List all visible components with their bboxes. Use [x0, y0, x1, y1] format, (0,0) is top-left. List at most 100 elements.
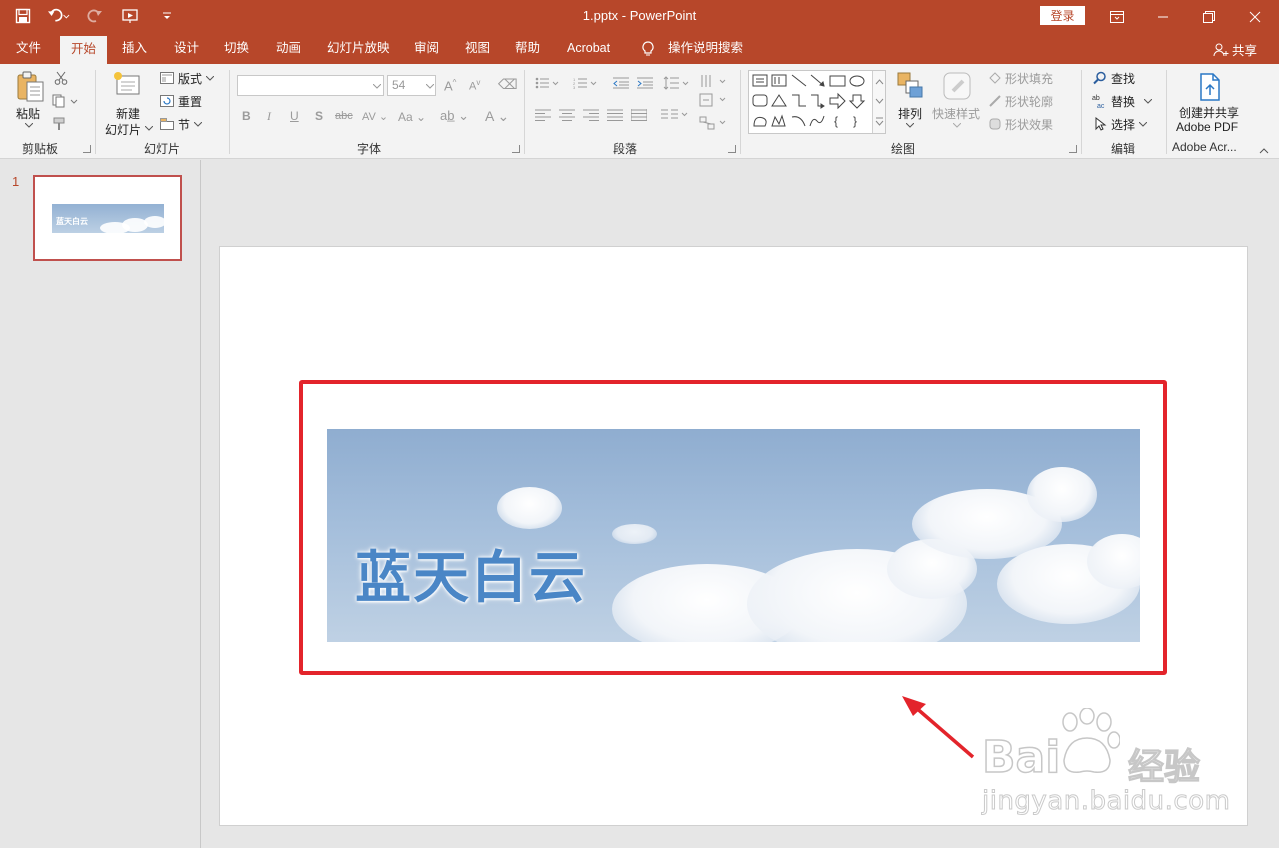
- create-share-pdf-line1[interactable]: 创建并共享: [1179, 104, 1239, 121]
- tab-file[interactable]: 文件: [16, 33, 41, 64]
- align-center-icon[interactable]: [558, 108, 576, 122]
- highlight-icon[interactable]: ab̲ ⌄: [440, 108, 469, 124]
- create-pdf-icon[interactable]: [1196, 72, 1224, 102]
- tab-view[interactable]: 视图: [465, 33, 490, 64]
- tab-slideshow[interactable]: 幻灯片放映: [327, 33, 390, 64]
- copy-icon[interactable]: [50, 93, 80, 109]
- shape-outline-icon[interactable]: [987, 94, 1003, 108]
- replace-icon[interactable]: ab ac: [1092, 93, 1108, 109]
- grow-font-icon[interactable]: A^: [444, 78, 456, 93]
- shrink-font-icon[interactable]: Av: [469, 78, 480, 93]
- reset-button[interactable]: 重置: [178, 93, 202, 110]
- italic-icon[interactable]: I: [267, 109, 271, 124]
- align-left-icon[interactable]: [534, 108, 552, 122]
- clipboard-dialog-launcher[interactable]: [83, 145, 91, 153]
- tab-transitions[interactable]: 切换: [224, 33, 249, 64]
- line-spacing-icon[interactable]: [662, 75, 690, 91]
- text-shadow-icon[interactable]: S: [315, 109, 323, 123]
- chevron-down-icon[interactable]: [425, 82, 435, 90]
- slide-thumbnail[interactable]: 蓝天白云: [33, 175, 182, 261]
- chevron-down-icon[interactable]: [193, 120, 203, 128]
- reset-icon[interactable]: [159, 94, 175, 108]
- paste-icon[interactable]: [14, 70, 46, 104]
- tab-help[interactable]: 帮助: [515, 33, 540, 64]
- layout-button[interactable]: 版式: [178, 70, 202, 87]
- align-right-icon[interactable]: [582, 108, 600, 122]
- shapes-gallery[interactable]: { }: [748, 70, 886, 134]
- undo-icon[interactable]: [48, 6, 70, 26]
- chevron-down-icon[interactable]: [1138, 120, 1148, 128]
- increase-indent-icon[interactable]: [636, 76, 654, 90]
- quick-styles-button[interactable]: 快速样式: [932, 105, 980, 122]
- close-icon[interactable]: [1232, 0, 1278, 33]
- tab-home[interactable]: 开始: [60, 36, 108, 64]
- chevron-down-icon[interactable]: [205, 74, 215, 82]
- shape-outline-button[interactable]: 形状轮廓: [1005, 93, 1053, 110]
- save-icon[interactable]: [12, 6, 34, 26]
- tab-review[interactable]: 审阅: [414, 33, 439, 64]
- change-case-icon[interactable]: Aa ⌄: [398, 110, 426, 124]
- font-dialog-launcher[interactable]: [512, 145, 520, 153]
- select-button[interactable]: 选择: [1111, 116, 1135, 133]
- font-name-combo[interactable]: [237, 75, 384, 96]
- bullets-icon[interactable]: [534, 76, 560, 90]
- align-text-icon[interactable]: [698, 92, 728, 108]
- convert-to-smartart-icon[interactable]: [698, 114, 728, 132]
- start-slideshow-icon[interactable]: [120, 6, 142, 26]
- shape-fill-button[interactable]: 形状填充: [1005, 70, 1053, 87]
- tab-insert[interactable]: 插入: [122, 33, 147, 64]
- underline-icon[interactable]: U: [290, 109, 299, 123]
- justify-icon[interactable]: [606, 108, 624, 122]
- shape-effects-icon[interactable]: [987, 117, 1003, 131]
- font-color-icon[interactable]: A ⌄: [485, 108, 509, 125]
- chevron-down-icon[interactable]: [905, 121, 915, 129]
- layout-icon[interactable]: [159, 71, 175, 85]
- section-icon[interactable]: [159, 117, 175, 131]
- drawing-dialog-launcher[interactable]: [1069, 145, 1077, 153]
- sign-in-button[interactable]: 登录: [1040, 6, 1085, 25]
- strikethrough-icon[interactable]: abc: [335, 110, 353, 122]
- create-share-pdf-line2[interactable]: Adobe PDF: [1176, 120, 1238, 134]
- chevron-down-icon[interactable]: [1143, 97, 1153, 105]
- gallery-scrollbar[interactable]: [872, 71, 885, 133]
- replace-button[interactable]: 替换: [1111, 93, 1135, 110]
- quick-styles-icon[interactable]: [940, 70, 974, 102]
- section-button[interactable]: 节: [178, 116, 190, 133]
- redo-icon[interactable]: [84, 6, 106, 26]
- arrange-icon[interactable]: [894, 70, 926, 100]
- text-direction-icon[interactable]: [698, 72, 728, 90]
- paragraph-dialog-launcher[interactable]: [728, 145, 736, 153]
- find-icon[interactable]: [1092, 71, 1108, 85]
- new-slide-label-1[interactable]: 新建: [116, 105, 140, 122]
- customize-qat-icon[interactable]: [156, 6, 178, 26]
- columns-icon[interactable]: [660, 108, 690, 122]
- shapes-gallery-icons[interactable]: { }: [751, 72, 877, 134]
- tab-design[interactable]: 设计: [174, 33, 199, 64]
- format-painter-icon[interactable]: [52, 116, 70, 132]
- clear-formatting-icon[interactable]: ⌫: [498, 76, 518, 93]
- chevron-down-icon[interactable]: [952, 121, 962, 129]
- chevron-down-icon[interactable]: [372, 82, 382, 90]
- cut-icon[interactable]: [52, 70, 70, 86]
- arrange-button[interactable]: 排列: [898, 105, 922, 122]
- select-cursor-icon[interactable]: [1092, 117, 1108, 131]
- chevron-down-icon[interactable]: [24, 121, 34, 129]
- paste-button[interactable]: 粘贴: [16, 105, 40, 122]
- restore-icon[interactable]: [1186, 0, 1232, 33]
- shape-effects-button[interactable]: 形状效果: [1005, 116, 1053, 133]
- decrease-indent-icon[interactable]: [612, 76, 630, 90]
- tab-animations[interactable]: 动画: [276, 33, 301, 64]
- tell-me-search[interactable]: 操作说明搜索: [668, 33, 743, 64]
- chevron-down-icon[interactable]: [144, 124, 154, 132]
- share-button[interactable]: 共享: [1213, 40, 1257, 59]
- tab-acrobat[interactable]: Acrobat: [567, 33, 610, 64]
- minimize-icon[interactable]: [1140, 0, 1186, 33]
- find-button[interactable]: 查找: [1111, 70, 1135, 87]
- numbering-icon[interactable]: 123: [572, 76, 598, 90]
- ribbon-display-options-icon[interactable]: [1094, 0, 1140, 33]
- new-slide-icon[interactable]: [111, 69, 143, 99]
- distributed-icon[interactable]: [630, 108, 648, 122]
- new-slide-label-2[interactable]: 幻灯片: [105, 121, 141, 138]
- shape-fill-icon[interactable]: [987, 71, 1003, 85]
- bold-icon[interactable]: B: [242, 109, 251, 123]
